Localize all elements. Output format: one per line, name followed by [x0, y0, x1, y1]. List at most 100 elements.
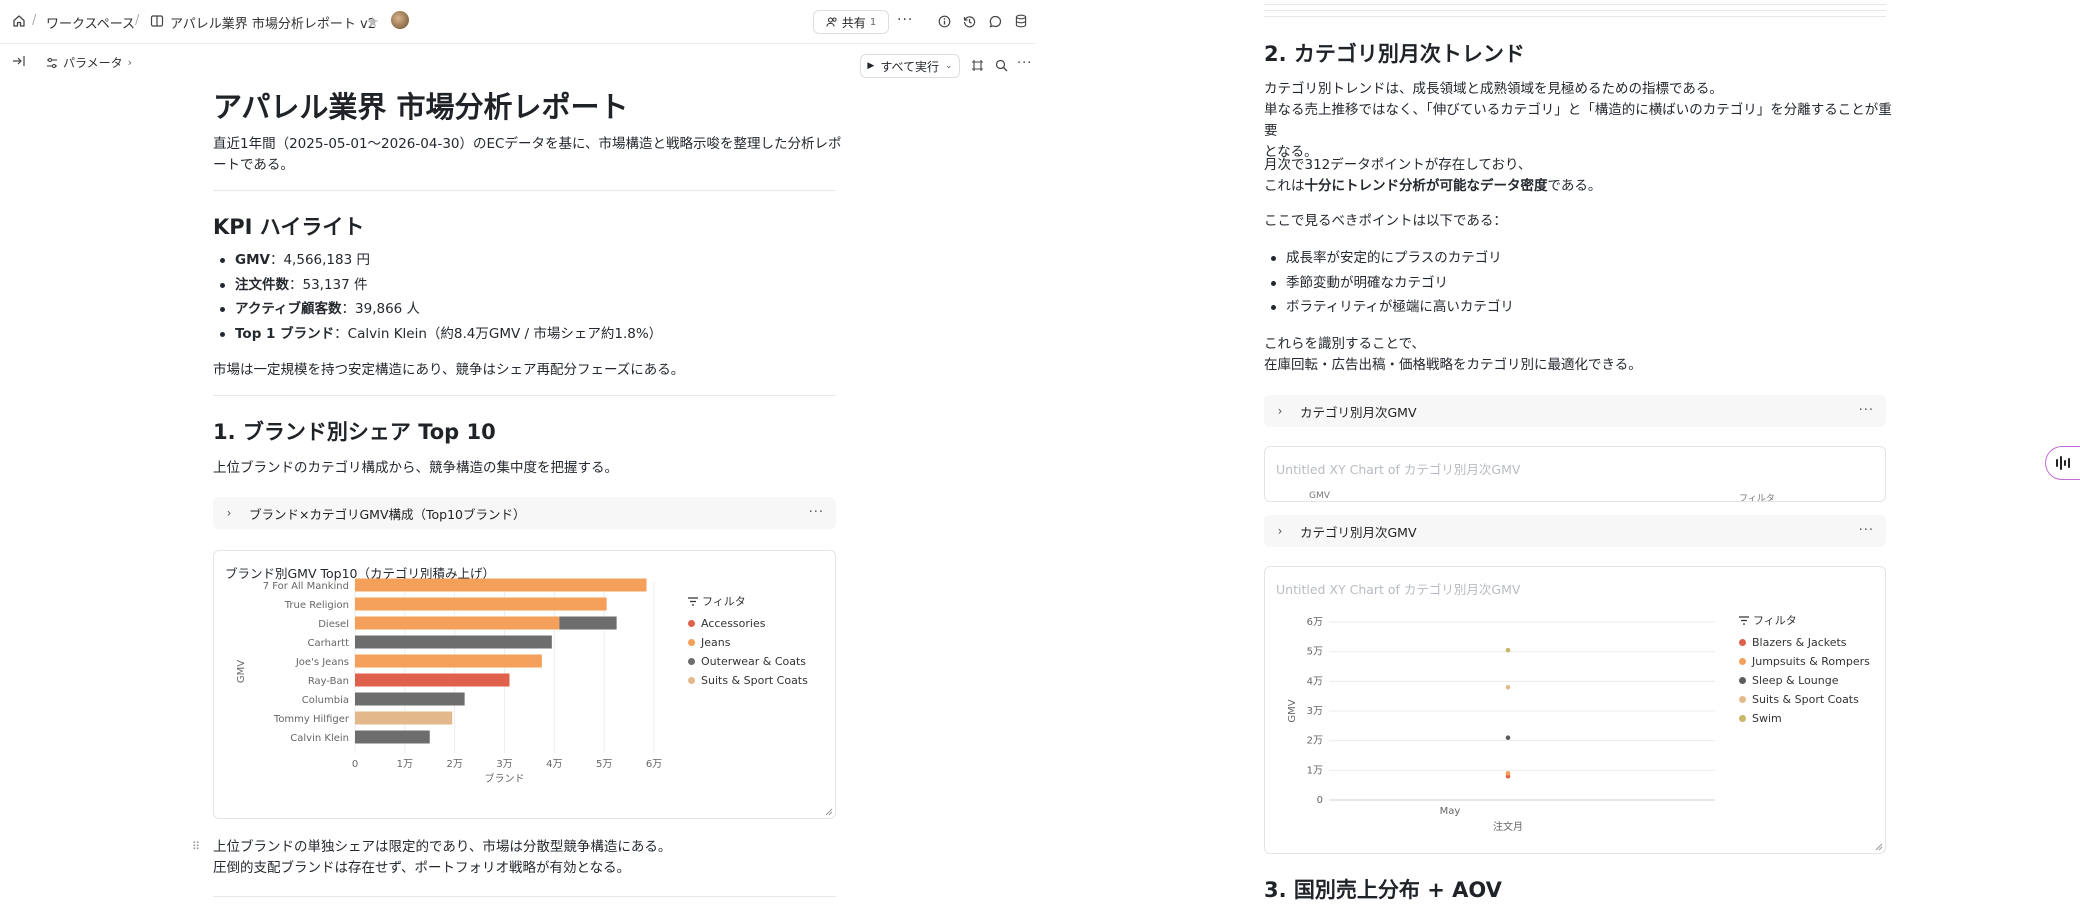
legend-swatch: [1739, 715, 1746, 722]
legend-item[interactable]: Accessories: [688, 614, 808, 633]
legend-label: Jumpsuits & Rompers: [1752, 655, 1870, 668]
legend-item[interactable]: Suits & Sport Coats: [688, 671, 808, 690]
category-monthly-chart-card-collapsed: Untitled XY Chart of カテゴリ別月次GMV GMV フィルタ: [1264, 446, 1886, 502]
legend-swatch: [688, 639, 695, 646]
filter-icon: [688, 596, 698, 606]
intro-line-2: ートである。: [213, 157, 294, 173]
resize-handle[interactable]: [1875, 843, 1883, 851]
y-tick-label: Calvin Klein: [290, 733, 349, 744]
search-icon[interactable]: [995, 59, 1008, 72]
list-item: 成長率が安定的にプラスのカテゴリ: [1264, 246, 1514, 271]
brand-gmv-chart-card: ブランド別GMV Top10（カテゴリ別積み上げ） 0 1万 2万 3万 4万 5万 6万 7…: [213, 550, 836, 819]
s2-line: これらを識別することで、: [1264, 336, 1426, 352]
sliders-icon: [46, 57, 58, 69]
frame-icon[interactable]: [971, 59, 984, 72]
legend-item[interactable]: Sleep & Lounge: [1739, 671, 1870, 690]
legend-label: Sleep & Lounge: [1752, 674, 1839, 687]
bar-segment: [355, 711, 453, 725]
accordion-label: カテゴリ別月次GMV: [1300, 524, 1417, 540]
brand-category-accordion[interactable]: › ブランド×カテゴリGMV構成（Top10ブランド） ···: [213, 497, 836, 529]
legend-swatch: [1739, 696, 1746, 703]
category-monthly-accordion-2[interactable]: › カテゴリ別月次GMV ···: [1264, 515, 1886, 547]
legend-item[interactable]: Suits & Sport Coats: [1739, 690, 1870, 709]
info-icon[interactable]: [938, 15, 951, 28]
breadcrumb-workspace[interactable]: ワークスペース: [46, 13, 135, 32]
run-all-button[interactable]: ▶ すべて実行 ⌄: [860, 54, 960, 78]
doc-title[interactable]: アパレル業界 市場分析レポート v2: [170, 13, 376, 32]
y-tick-label: 3万: [1307, 706, 1323, 717]
clipped-filter-label: フィルタ: [1739, 494, 1775, 502]
legend-swatch: [688, 658, 695, 665]
resize-handle[interactable]: [825, 808, 833, 816]
legend-item[interactable]: Jeans: [688, 633, 808, 652]
x-tick-label: 5万: [596, 759, 612, 770]
home-icon[interactable]: [12, 14, 26, 28]
legend-item[interactable]: Swim: [1739, 709, 1870, 728]
comment-icon[interactable]: [989, 15, 1002, 28]
y-tick-label: 6万: [1307, 617, 1323, 628]
legend-swatch: [688, 620, 695, 627]
filter-label: フィルタ: [702, 595, 746, 608]
assistant-button[interactable]: [2045, 446, 2080, 480]
database-icon[interactable]: [1015, 14, 1027, 28]
collapse-panel-icon[interactable]: [12, 55, 26, 67]
legend-swatch: [688, 677, 695, 684]
data-point: [1505, 684, 1511, 690]
y-tick-label: Ray-Ban: [308, 676, 349, 687]
category-monthly-accordion[interactable]: › カテゴリ別月次GMV ···: [1264, 395, 1886, 427]
top-bar: / ワークスペース / アパレル業界 市場分析レポート v2 ★ 共有 1 ··…: [0, 0, 1035, 44]
section-1-desc: 上位ブランドのカテゴリ構成から、競争構造の集中度を把握する。: [213, 460, 618, 476]
x-tick-label: 3万: [496, 759, 512, 770]
filter-button[interactable]: フィルタ: [1739, 612, 1870, 628]
accordion-label: カテゴリ別月次GMV: [1300, 404, 1417, 420]
y-tick-label: 0: [1317, 795, 1323, 806]
legend-item[interactable]: Blazers & Jackets: [1739, 633, 1870, 652]
intro-line-1: 直近1年間（2025-05-01〜2026-04-30）のECデータを基に、市場…: [213, 136, 842, 152]
legend-swatch: [1739, 639, 1746, 646]
divider: [213, 395, 836, 396]
more-icon[interactable]: ···: [897, 12, 913, 28]
chart-title: Untitled XY Chart of カテゴリ別月次GMV: [1276, 462, 1521, 477]
x-tick-label: 1万: [397, 759, 413, 770]
chevron-right-icon: ›: [226, 506, 232, 520]
accordion-label: ブランド×カテゴリGMV構成（Top10ブランド）: [249, 506, 526, 522]
drag-handle-icon[interactable]: ⠿: [192, 840, 200, 853]
x-tick-label: May: [1440, 806, 1461, 817]
data-point: [1505, 647, 1511, 653]
clipped-axis-label: GMV: [1309, 491, 1330, 501]
history-icon[interactable]: [963, 15, 976, 28]
avatar[interactable]: [391, 11, 409, 29]
more-icon[interactable]: ···: [1859, 523, 1874, 538]
list-item: 季節変動が明確なカテゴリ: [1264, 271, 1514, 296]
kpi-summary: 市場は一定規模を持つ安定構造にあり、競争はシェア再配分フェーズにある。: [213, 362, 685, 378]
legend-item[interactable]: Outerwear & Coats: [688, 652, 808, 671]
more-icon[interactable]: ···: [809, 505, 824, 520]
y-tick-label: Joe's Jeans: [295, 657, 349, 668]
y-tick-label: 4万: [1307, 676, 1323, 687]
filter-icon: [1739, 615, 1749, 625]
s2-line: これは十分にトレンド分析が可能なデータ密度である。: [1264, 178, 1602, 194]
divider: [213, 896, 836, 897]
filter-button[interactable]: フィルタ: [688, 593, 808, 609]
more-icon[interactable]: ···: [1859, 403, 1874, 418]
brand-gmv-bar-chart: 0 1万 2万 3万 4万 5万 6万 7 For All Mankind True Relig…: [236, 578, 662, 785]
bar-segment: [355, 616, 560, 630]
bar-segment: [355, 673, 510, 687]
section-2-data-note: 月次で312データポイントが存在しており、 これは十分にトレンド分析が可能なデー…: [1264, 155, 1601, 197]
star-icon[interactable]: ★: [366, 13, 379, 31]
bar-segment: [355, 635, 552, 649]
y-tick-label: Tommy Hilfiger: [273, 714, 350, 725]
bar-segment: [355, 578, 647, 592]
share-button[interactable]: 共有 1: [813, 10, 889, 34]
toolbar-more-icon[interactable]: ···: [1017, 56, 1032, 71]
params-toggle[interactable]: パラメータ ›: [46, 54, 132, 71]
legend-label: Suits & Sport Coats: [1752, 693, 1859, 706]
y-tick-label: Carhartt: [308, 638, 350, 649]
s2-line: カテゴリ別トレンドは、成長領域と成熟領域を見極めるための指標である。: [1264, 81, 1723, 97]
bar-segment: [559, 616, 617, 630]
section-2-points: 成長率が安定的にプラスのカテゴリ 季節変動が明確なカテゴリ ボラティリティが極端…: [1264, 246, 1514, 320]
chevron-down-icon[interactable]: ⌄: [945, 61, 953, 71]
kpi-list: GMV：4,566,183 円 注文件数：53,137 件 アクティブ顧客数：3…: [213, 248, 662, 346]
y-tick-label: 5万: [1307, 647, 1323, 658]
legend-item[interactable]: Jumpsuits & Rompers: [1739, 652, 1870, 671]
